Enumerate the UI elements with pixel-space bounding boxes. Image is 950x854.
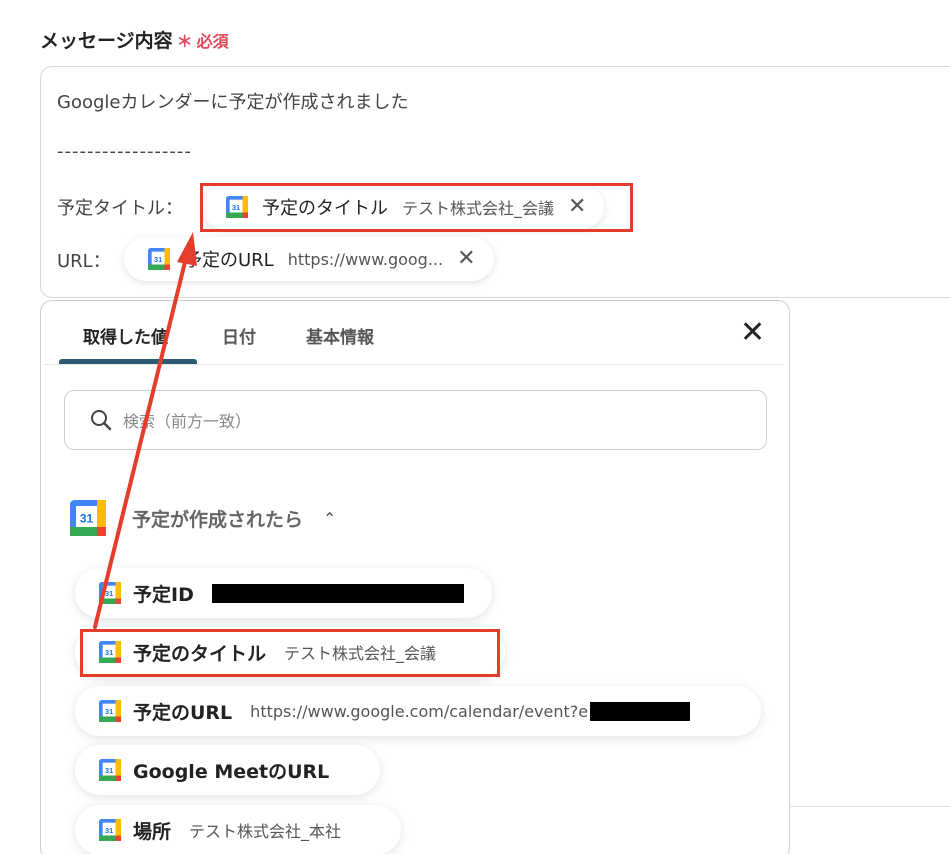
search-placeholder: 検索（前方一致）: [123, 412, 252, 431]
chip-label: 予定のURL: [184, 250, 274, 271]
redaction-bar: [211, 583, 464, 603]
field-label: メッセージ内容＊必須: [40, 26, 229, 53]
google-calendar-icon: 31: [99, 582, 121, 604]
svg-text:31: 31: [105, 766, 113, 775]
tab-acquired-values[interactable]: 取得した値: [83, 323, 168, 348]
list-item-event-title[interactable]: 31 予定のタイトル テスト株式会社_会議: [75, 627, 505, 677]
list-item-meet-url[interactable]: 31 Google MeetのURL: [75, 745, 380, 795]
message-line-1: Googleカレンダーに予定が作成されました: [57, 92, 409, 113]
close-icon[interactable]: ✕: [568, 196, 586, 218]
google-calendar-icon: 31: [99, 759, 121, 781]
url-prefix: URL：: [57, 251, 111, 272]
close-icon[interactable]: ✕: [740, 318, 765, 348]
item-label: Google MeetのURL: [133, 760, 330, 783]
close-icon[interactable]: ✕: [457, 248, 475, 270]
svg-text:31: 31: [154, 255, 162, 264]
item-label: 予定ID: [133, 583, 194, 606]
tab-date[interactable]: 日付: [222, 323, 256, 348]
chip-value: テスト株式会社_会議: [402, 199, 555, 218]
title-prefix: 予定タイトル：: [57, 198, 183, 219]
svg-text:31: 31: [232, 203, 240, 212]
item-label: 予定のタイトル: [133, 642, 267, 665]
item-value: テスト株式会社_本社: [189, 822, 342, 841]
group-header[interactable]: 31 予定が作成されたら ⌃: [70, 500, 336, 536]
search-icon: [91, 410, 112, 431]
google-calendar-icon: 31: [99, 641, 121, 663]
redaction-bar: [590, 701, 691, 721]
google-calendar-icon: 31: [99, 700, 121, 722]
google-calendar-icon: 31: [70, 500, 106, 536]
required-text: 必須: [196, 32, 229, 51]
group-title: 予定が作成されたら: [132, 508, 304, 531]
inserted-chip-url[interactable]: 31 予定のURL https://www.goog... ✕: [124, 237, 494, 281]
list-item-event-id[interactable]: 31 予定ID: [75, 568, 492, 618]
google-calendar-icon: 31: [99, 819, 121, 841]
chevron-up-icon[interactable]: ⌃: [323, 509, 336, 528]
field-label-text: メッセージ内容: [40, 30, 173, 52]
divider: [790, 806, 950, 807]
item-value: テスト株式会社_会議: [284, 644, 437, 663]
svg-text:31: 31: [105, 826, 113, 835]
tab-basic-info[interactable]: 基本情報: [306, 323, 374, 348]
required-mark: ＊: [176, 32, 193, 51]
inserted-chip-title[interactable]: 31 予定のタイトル テスト株式会社_会議 ✕: [202, 185, 605, 229]
svg-text:31: 31: [105, 707, 113, 716]
list-item-event-url[interactable]: 31 予定のURL https://www.google.com/calenda…: [75, 686, 761, 736]
google-calendar-icon: 31: [148, 248, 170, 270]
svg-text:31: 31: [105, 648, 113, 657]
chip-label: 予定のタイトル: [262, 198, 388, 219]
svg-text:31: 31: [105, 589, 113, 598]
google-calendar-icon: 31: [226, 196, 248, 218]
chip-value: https://www.goog...: [287, 249, 444, 269]
item-value: https://www.google.com/calendar/event?e: [250, 701, 589, 721]
item-label: 予定のURL: [133, 701, 233, 724]
search-input[interactable]: 検索（前方一致）: [64, 390, 767, 450]
list-item-location[interactable]: 31 場所 テスト株式会社_本社: [75, 805, 401, 854]
tab-divider: [44, 364, 784, 365]
message-line-2: ------------------: [57, 141, 192, 162]
item-label: 場所: [133, 820, 172, 843]
svg-text:31: 31: [80, 512, 94, 526]
